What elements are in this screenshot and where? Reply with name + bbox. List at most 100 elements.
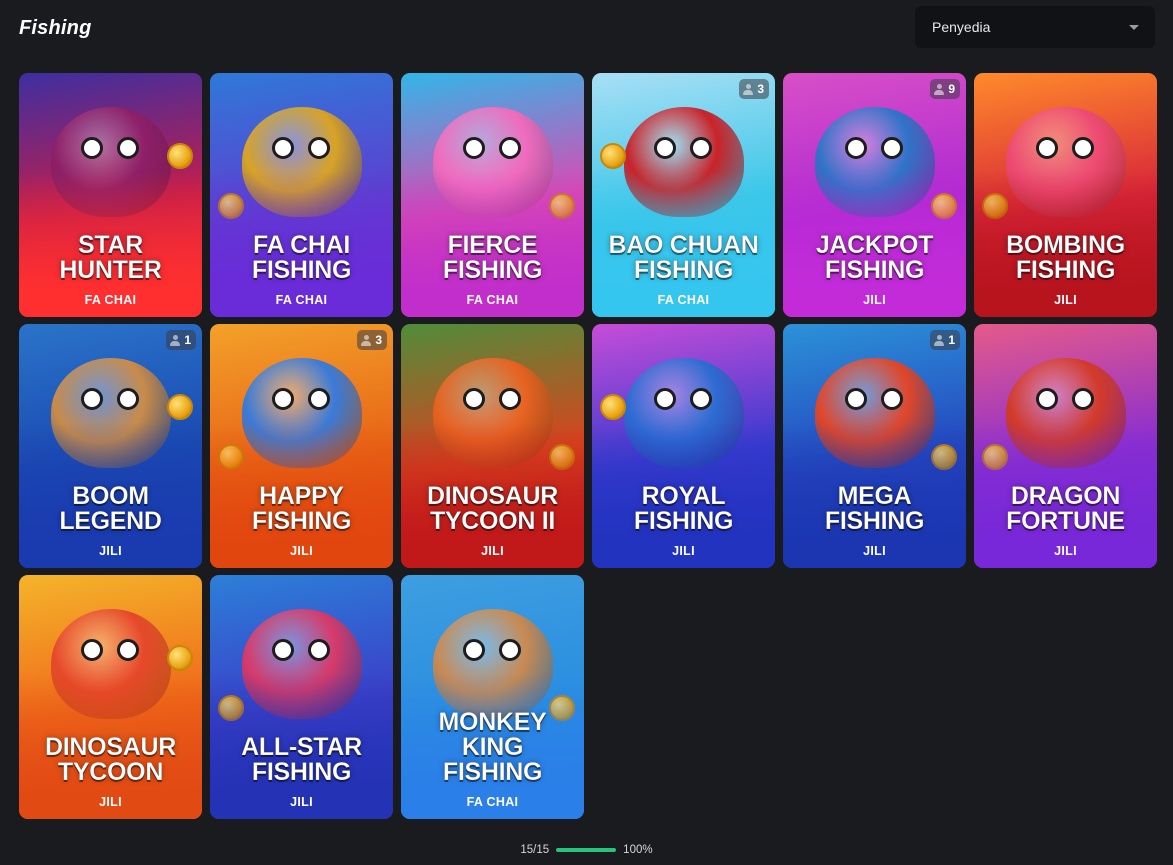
game-title-line: HAPPY — [259, 482, 345, 510]
game-provider: FA CHAI — [84, 293, 137, 307]
game-card[interactable]: ROYAL FISHING JILI — [592, 324, 775, 568]
game-card[interactable]: BAO CHUAN FISHING FA CHAI 3 — [592, 73, 775, 317]
eye-art — [116, 388, 139, 411]
header: Fishing Penyedia — [19, 6, 1155, 48]
game-title-line: FISHING — [442, 256, 543, 284]
eye-art — [880, 388, 903, 411]
game-card[interactable]: BOMBING FISHING JILI — [974, 73, 1157, 317]
eye-art — [1035, 388, 1058, 411]
eye-art — [844, 388, 867, 411]
eye-art — [80, 388, 103, 411]
game-provider: JILI — [1054, 293, 1077, 307]
game-provider: JILI — [481, 544, 504, 558]
game-title-line: FISHING — [824, 256, 925, 284]
player-count: 3 — [757, 82, 764, 96]
user-icon — [170, 334, 181, 346]
game-title: FA CHAI FISHING — [214, 231, 389, 284]
eye-art — [271, 639, 294, 662]
game-card[interactable]: ALL-STAR FISHING JILI — [210, 575, 393, 819]
loaded-percent: 100% — [623, 844, 653, 856]
provider-dropdown-label: Penyedia — [932, 19, 991, 35]
eye-art — [116, 137, 139, 160]
user-icon — [361, 334, 372, 346]
game-title-line: ALL-STAR — [241, 733, 363, 761]
eye-art — [80, 639, 103, 662]
game-title: BOMBING FISHING — [978, 231, 1153, 283]
game-title-line: FISHING — [251, 256, 352, 284]
coin-art — [167, 645, 193, 671]
eye-art — [689, 137, 712, 160]
game-title: DRAGON FORTUNE — [978, 483, 1153, 535]
game-title: MEGA FISHING — [787, 483, 962, 534]
game-title-line: JACKPOT — [815, 231, 934, 259]
eye-art — [271, 388, 294, 411]
game-title: FIERCE FISHING — [405, 231, 580, 284]
game-title: ALL-STAR FISHING — [214, 733, 389, 786]
game-title-line: FISHING — [442, 758, 543, 786]
game-card[interactable]: DINOSAUR TYCOON JILI — [19, 575, 202, 819]
game-title: JACKPOT FISHING — [787, 231, 962, 284]
game-card[interactable]: FIERCE FISHING FA CHAI — [401, 73, 584, 317]
game-title: DINOSAUR TYCOON — [23, 734, 198, 786]
game-provider: JILI — [672, 544, 695, 558]
chevron-down-icon — [1129, 25, 1139, 30]
eye-art — [462, 639, 485, 662]
game-card[interactable]: MEGA FISHING JILI 1 — [783, 324, 966, 568]
eye-art — [498, 639, 521, 662]
game-card[interactable]: DINOSAUR TYCOON II JILI — [401, 324, 584, 568]
coin-art — [600, 143, 626, 169]
eye-art — [307, 388, 330, 411]
game-title-line: BOMBING — [1006, 231, 1126, 259]
game-title-line: TYCOON II — [429, 507, 556, 535]
game-title-line: FIERCE — [447, 231, 538, 259]
eye-art — [498, 137, 521, 160]
eye-art — [462, 137, 485, 160]
game-title-line: FISHING — [251, 758, 352, 786]
game-title-line: FORTUNE — [1006, 507, 1126, 535]
game-title-line: LEGEND — [59, 507, 162, 535]
eye-art — [116, 639, 139, 662]
player-count-badge: 3 — [739, 79, 769, 99]
eye-art — [1071, 137, 1094, 160]
game-title-line: DINOSAUR — [427, 482, 559, 510]
game-provider: JILI — [290, 544, 313, 558]
provider-dropdown[interactable]: Penyedia — [915, 6, 1155, 48]
eye-art — [653, 137, 676, 160]
game-title-line: FISHING — [633, 507, 734, 535]
player-count: 1 — [184, 333, 191, 347]
eye-art — [880, 137, 903, 160]
game-provider: FA CHAI — [466, 293, 519, 307]
player-count: 9 — [948, 82, 955, 96]
game-card[interactable]: BOOM LEGEND JILI 1 — [19, 324, 202, 568]
game-card[interactable]: STAR HUNTER FA CHAI — [19, 73, 202, 317]
player-count-badge: 3 — [357, 330, 387, 350]
game-card[interactable]: FA CHAI FISHING FA CHAI — [210, 73, 393, 317]
eye-art — [1071, 388, 1094, 411]
coin-art — [167, 143, 193, 169]
player-count-badge: 9 — [930, 79, 960, 99]
game-title: BAO CHUAN FISHING — [596, 232, 771, 283]
game-provider: JILI — [99, 544, 122, 558]
game-card[interactable]: HAPPY FISHING JILI 3 — [210, 324, 393, 568]
game-title-line: BOOM — [72, 482, 149, 510]
eye-art — [498, 388, 521, 411]
eye-art — [653, 388, 676, 411]
game-title-line: FA CHAI — [253, 231, 351, 259]
coin-art — [167, 394, 193, 420]
eye-art — [844, 137, 867, 160]
eye-art — [271, 137, 294, 160]
game-card[interactable]: DRAGON FORTUNE JILI — [974, 324, 1157, 568]
eye-art — [462, 388, 485, 411]
game-title: MONKEY KING FISHING — [405, 709, 580, 786]
game-title: STAR HUNTER — [23, 232, 198, 283]
progress-bar — [556, 848, 617, 852]
game-provider: JILI — [863, 293, 886, 307]
game-title-line: TYCOON — [57, 758, 164, 786]
game-title-line: ROYAL — [641, 482, 726, 510]
user-icon — [934, 83, 945, 95]
game-grid: STAR HUNTER FA CHAI FA CHAI FISHING FA CHAI FI… — [19, 73, 1157, 819]
player-count: 3 — [375, 333, 382, 347]
user-icon — [934, 334, 945, 346]
game-card[interactable]: JACKPOT FISHING JILI 9 — [783, 73, 966, 317]
game-card[interactable]: MONKEY KING FISHING FA CHAI — [401, 575, 584, 819]
